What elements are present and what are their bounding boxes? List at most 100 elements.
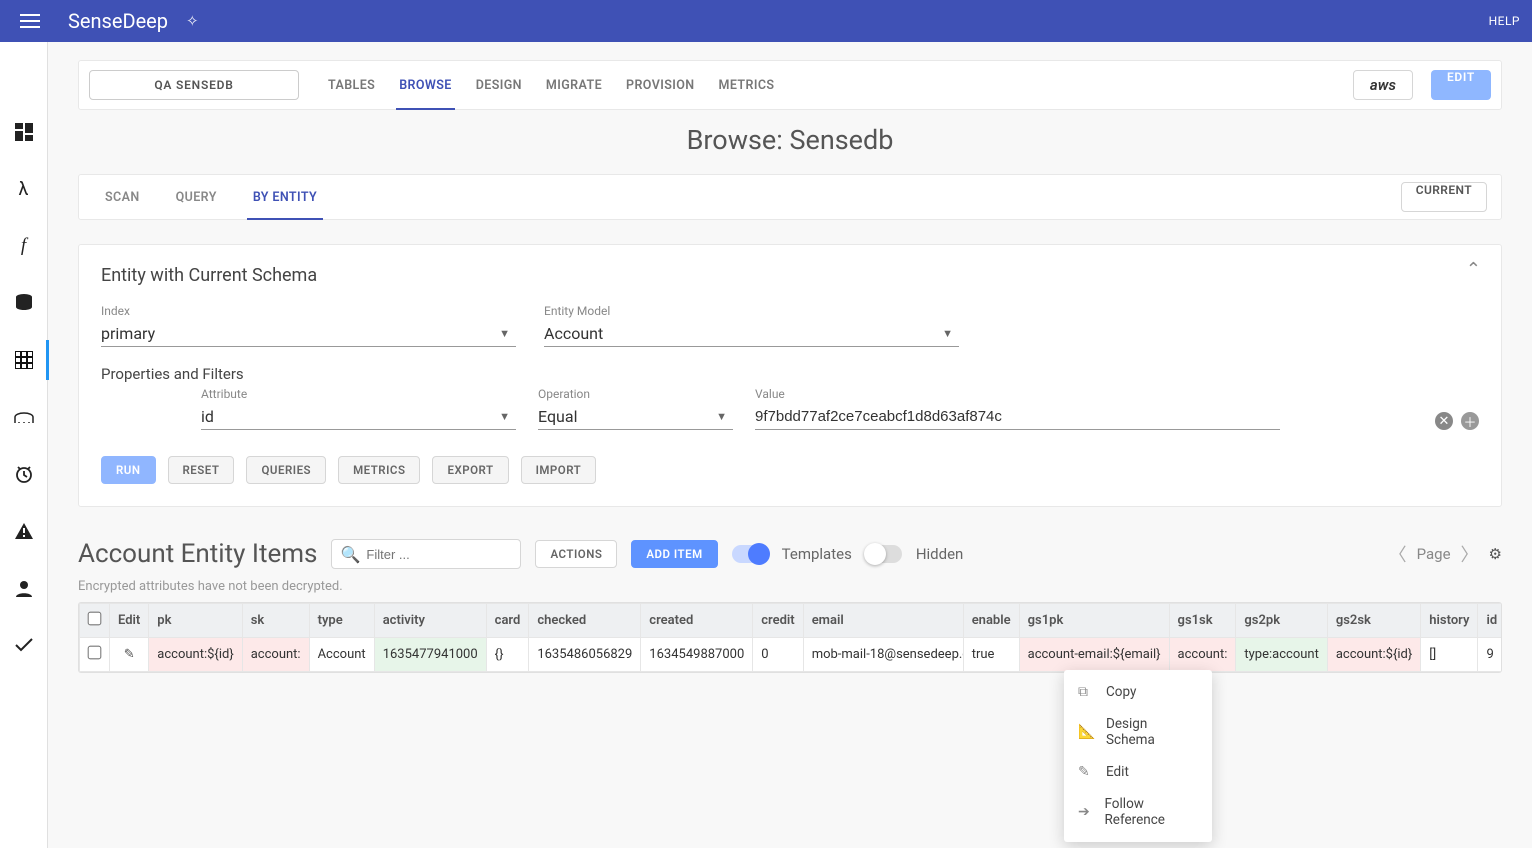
import-button[interactable]: IMPORT [521, 456, 597, 484]
select-all-checkbox[interactable] [88, 612, 102, 626]
col-edit[interactable]: Edit [110, 604, 149, 638]
cell-created: 1634549887000 [641, 638, 753, 672]
cell-type: Account [309, 638, 374, 672]
hidden-toggle[interactable] [866, 545, 902, 563]
export-button[interactable]: EXPORT [432, 456, 508, 484]
cell-activity: 1635477941000 [374, 638, 486, 672]
col-email[interactable]: email [803, 604, 963, 638]
operation-select[interactable]: Equal▼ [538, 404, 733, 430]
bridge-icon[interactable] [0, 405, 48, 429]
tab-tables[interactable]: TABLES [317, 60, 386, 110]
add-item-button[interactable]: ADD ITEM [631, 540, 717, 568]
ctx-copy[interactable]: ⧉Copy [1064, 676, 1212, 708]
gear-icon[interactable]: ⚙ [1489, 545, 1502, 563]
ctx-follow-reference[interactable]: ➔Follow Reference [1064, 788, 1212, 836]
context-menu: ⧉Copy 📐Design Schema ✎Edit ➔Follow Refer… [1064, 670, 1212, 842]
database-selector[interactable]: QA SENSEDB [89, 70, 299, 100]
remove-filter-icon[interactable]: ✕ [1435, 412, 1453, 430]
database-icon[interactable] [0, 291, 48, 315]
grid-icon[interactable] [0, 348, 48, 372]
tab-browse[interactable]: BROWSE [388, 60, 463, 110]
prev-page-icon[interactable]: 〈 [1389, 541, 1407, 567]
tab-metrics[interactable]: METRICS [708, 60, 786, 110]
add-filter-icon[interactable]: ＋ [1461, 412, 1479, 430]
tab-by-entity[interactable]: BY ENTITY [235, 174, 335, 220]
operation-label: Operation [538, 387, 733, 401]
help-link[interactable]: HELP [1489, 14, 1520, 28]
col-type[interactable]: type [309, 604, 374, 638]
cell-gs1sk: account: [1169, 638, 1236, 672]
ctx-design-schema[interactable]: 📐Design Schema [1064, 708, 1212, 756]
edit-button[interactable]: EDIT [1431, 70, 1491, 100]
index-select[interactable]: primary▼ [101, 321, 516, 347]
aws-link-button[interactable]: aws [1353, 70, 1413, 100]
tab-migrate[interactable]: MIGRATE [535, 60, 613, 110]
tab-query[interactable]: QUERY [158, 174, 235, 220]
reset-button[interactable]: RESET [168, 456, 235, 484]
col-enable[interactable]: enable [963, 604, 1019, 638]
entity-model-select[interactable]: Account▼ [544, 321, 959, 347]
alert-icon[interactable] [0, 519, 48, 543]
queries-button[interactable]: QUERIES [246, 456, 326, 484]
attribute-select[interactable]: id▼ [201, 404, 516, 430]
tab-scan[interactable]: SCAN [87, 174, 158, 220]
table-row[interactable]: ✎ account:${id} account: Account 1635477… [80, 638, 1503, 672]
col-credit[interactable]: credit [753, 604, 803, 638]
col-sk[interactable]: sk [242, 604, 309, 638]
cell-gs1pk: account-email:${email} [1019, 638, 1169, 672]
copy-icon: ⧉ [1078, 684, 1094, 700]
col-activity[interactable]: activity [374, 604, 486, 638]
filter-input[interactable] [366, 547, 542, 562]
cell-gs2sk: account:${id} [1327, 638, 1420, 672]
index-label: Index [101, 304, 516, 318]
col-gs2pk[interactable]: gs2pk [1236, 604, 1327, 638]
cell-pk: account:${id} [149, 638, 242, 672]
entity-model-label: Entity Model [544, 304, 959, 318]
col-created[interactable]: created [641, 604, 753, 638]
current-button[interactable]: CURRENT [1401, 182, 1487, 212]
cell-sk: account: [242, 638, 309, 672]
cell-card: {} [486, 638, 529, 672]
cell-checked: 1635486056829 [529, 638, 641, 672]
col-pk[interactable]: pk [149, 604, 242, 638]
dashboard-icon[interactable] [0, 120, 48, 144]
query-panel: ⌃ Entity with Current Schema Index prima… [78, 244, 1502, 507]
chevron-up-icon[interactable]: ⌃ [1466, 259, 1481, 280]
tab-design[interactable]: DESIGN [465, 60, 533, 110]
magic-wand-icon[interactable]: ✧ [186, 12, 199, 30]
filter-input-wrap[interactable]: 🔍 [331, 539, 521, 569]
hamburger-icon[interactable] [12, 14, 48, 28]
function-icon[interactable]: f [0, 234, 48, 258]
value-label: Value [755, 387, 1280, 401]
cell-history: [] [1421, 638, 1478, 672]
col-history[interactable]: history [1421, 604, 1478, 638]
cell-gs2pk: type:account [1236, 638, 1327, 672]
col-card[interactable]: card [486, 604, 529, 638]
lambda-icon[interactable]: λ [0, 177, 48, 201]
page-label: Page [1417, 545, 1451, 563]
tab-provision[interactable]: PROVISION [615, 60, 705, 110]
row-edit-icon[interactable]: ✎ [110, 638, 149, 672]
actions-button[interactable]: ACTIONS [535, 540, 617, 568]
row-checkbox[interactable] [88, 646, 102, 660]
templates-toggle[interactable] [732, 545, 768, 563]
clock-icon[interactable] [0, 462, 48, 486]
metrics-button[interactable]: METRICS [338, 456, 420, 484]
col-gs1sk[interactable]: gs1sk [1169, 604, 1236, 638]
col-gs2sk[interactable]: gs2sk [1327, 604, 1420, 638]
pager: 〈 Page 〉 ⚙ [1389, 541, 1502, 567]
col-checked[interactable]: checked [529, 604, 641, 638]
next-page-icon[interactable]: 〉 [1461, 541, 1479, 567]
arrow-right-icon: ➔ [1078, 804, 1092, 820]
col-gs1pk[interactable]: gs1pk [1019, 604, 1169, 638]
encrypted-note: Encrypted attributes have not been decry… [78, 579, 1502, 594]
select-all-header [80, 604, 110, 638]
check-icon[interactable] [0, 633, 48, 657]
cell-email: mob-mail-18@sensedeep.com [803, 638, 963, 672]
user-icon[interactable] [0, 576, 48, 600]
col-id[interactable]: id [1478, 604, 1502, 638]
ctx-edit[interactable]: ✎Edit [1064, 756, 1212, 788]
query-panel-title: Entity with Current Schema [101, 265, 1479, 286]
value-input[interactable] [755, 404, 1280, 430]
run-button[interactable]: RUN [101, 456, 156, 484]
